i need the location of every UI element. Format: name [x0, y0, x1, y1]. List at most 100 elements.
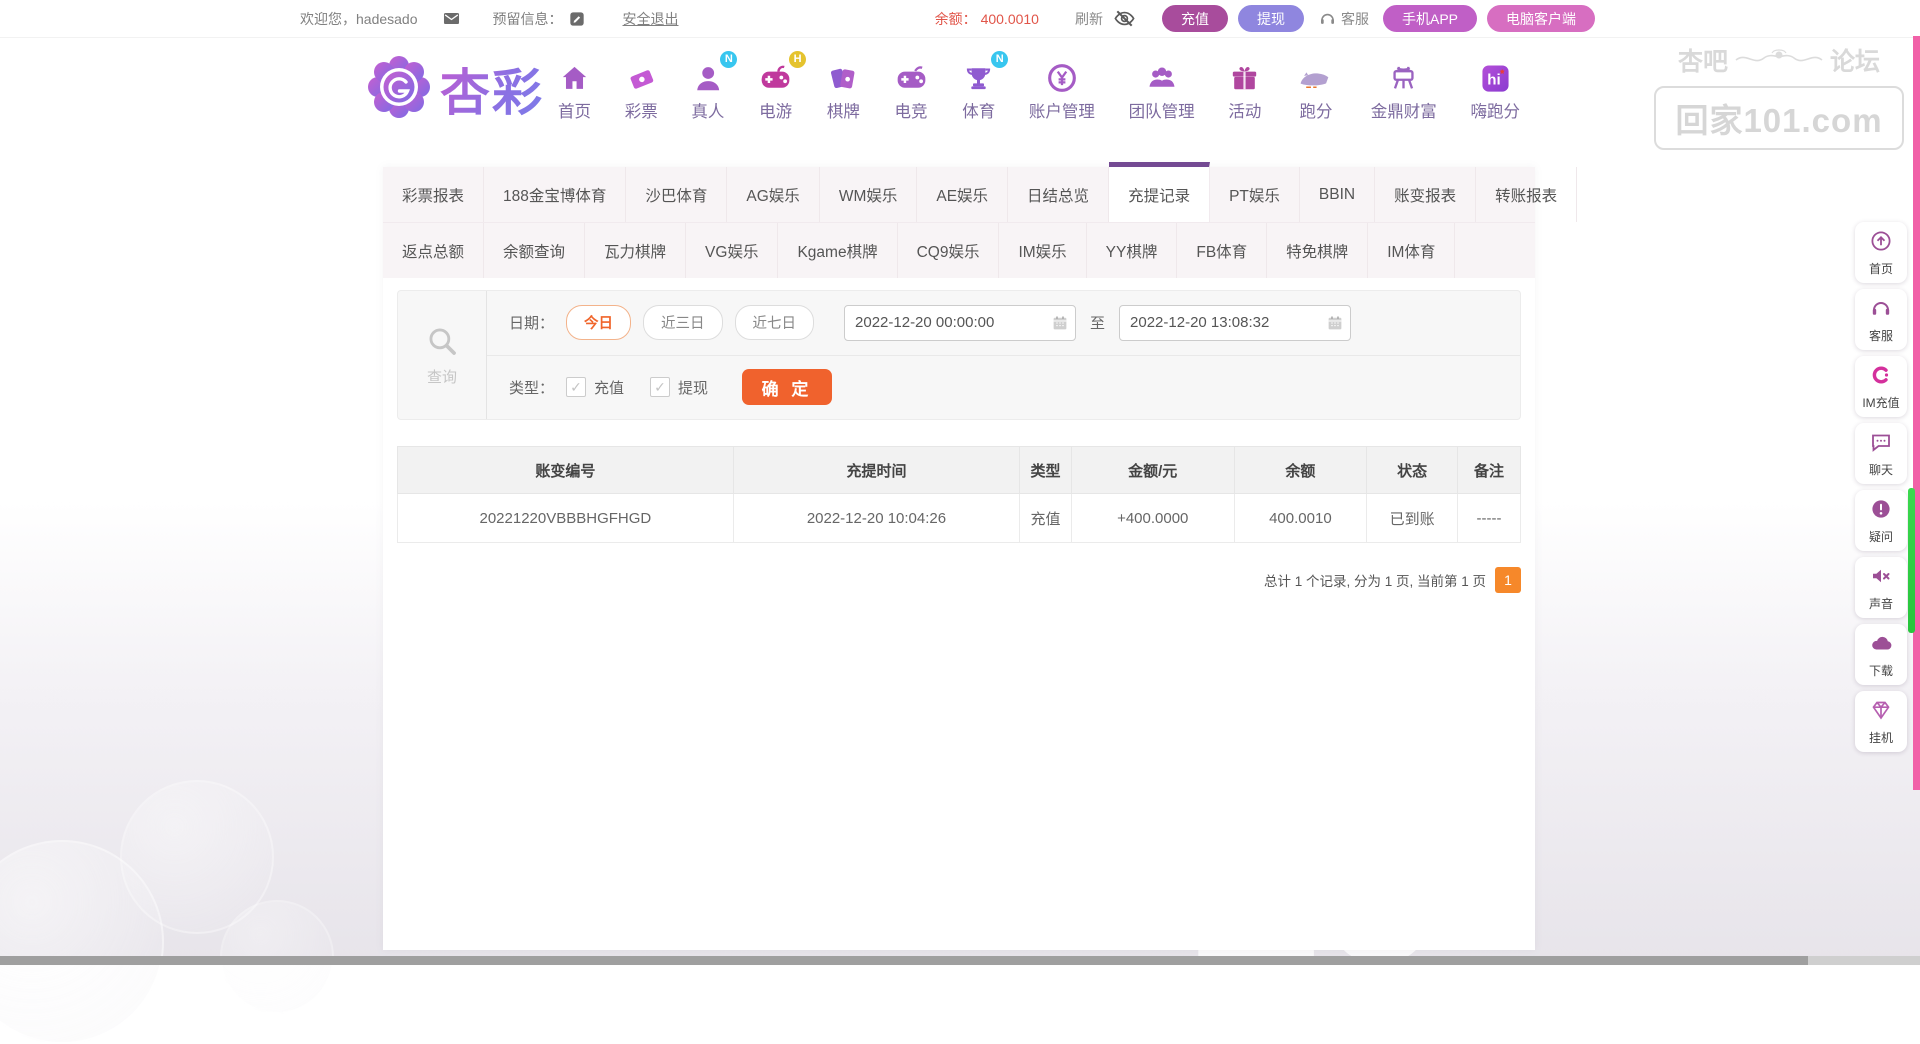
records-table: 账变编号 充提时间 类型 金额/元 余额 状态 备注 20221220VBBBH… [397, 446, 1521, 543]
live-person-icon: N [691, 57, 724, 95]
cell-status: 已到账 [1367, 494, 1458, 543]
vertical-scrollbar-track[interactable] [1913, 36, 1920, 790]
tab-rijie-zonglan[interactable]: 日结总览 [1008, 167, 1109, 222]
tab-im-tiyu[interactable]: IM体育 [1368, 223, 1455, 278]
cell-remark: ----- [1458, 494, 1521, 543]
tab-row-2: 返点总额 余额查询 瓦力棋牌 VG娱乐 Kgame棋牌 CQ9娱乐 IM娱乐 Y… [383, 223, 1535, 278]
type-filter-row: 类型： ✓ 充值 ✓ 提现 确 定 [487, 356, 1520, 420]
range-today-button[interactable]: 今日 [566, 305, 631, 340]
refresh-link[interactable]: 刷新 [1075, 9, 1103, 29]
tab-chongti-jilu-active[interactable]: 充提记录 [1109, 162, 1210, 222]
tab-shaba-tiyu[interactable]: 沙巴体育 [626, 167, 727, 222]
mail-icon[interactable] [442, 9, 461, 28]
rail-item-sound[interactable]: 声音 [1855, 557, 1907, 618]
range-7days-button[interactable]: 近七日 [735, 305, 815, 340]
tab-wali-qipai[interactable]: 瓦力棋牌 [585, 223, 686, 278]
rhino-logo-icon [1295, 57, 1337, 95]
checkbox-withdraw-label: 提现 [678, 377, 708, 398]
checkbox-recharge[interactable]: ✓ [566, 377, 586, 397]
filter-rows: 日期： 今日 近三日 近七日 至 类 [487, 291, 1520, 419]
tab-kgame-qipai[interactable]: Kgame棋牌 [778, 223, 897, 278]
calendar-icon[interactable] [1326, 314, 1344, 332]
horizontal-scrollbar-thumb[interactable] [0, 956, 1808, 965]
nav-item-jinding[interactable]: 金鼎财富 [1371, 57, 1437, 122]
tab-fandian-zonge[interactable]: 返点总额 [383, 223, 484, 278]
tab-vg-yule[interactable]: VG娱乐 [686, 223, 778, 278]
balance-display: 余额：400.0010 [935, 9, 1039, 29]
nav-item-cards[interactable]: 棋牌 [827, 57, 860, 122]
logout-link[interactable]: 安全退出 [623, 9, 679, 29]
col-header-type: 类型 [1020, 447, 1072, 494]
table-row: 20221220VBBBHGFHGD 2022-12-20 10:04:26 充… [398, 494, 1521, 543]
filter-panel: 查询 日期： 今日 近三日 近七日 至 [397, 290, 1521, 420]
rail-item-home[interactable]: 首页 [1855, 222, 1907, 283]
checkbox-withdraw[interactable]: ✓ [650, 377, 670, 397]
nav-item-team[interactable]: 团队管理 [1129, 57, 1195, 122]
tab-zhuanzhang-baobiao[interactable]: 转账报表 [1476, 167, 1577, 222]
type-label: 类型： [509, 377, 554, 398]
rail-item-im-recharge[interactable]: IM充值 [1855, 356, 1907, 417]
mobile-app-button[interactable]: 手机APP [1383, 5, 1477, 32]
date-to-input[interactable] [1119, 305, 1351, 341]
nav-item-sports[interactable]: N 体育 [962, 57, 995, 122]
new-badge: N [991, 51, 1008, 68]
tab-fb-tiyu[interactable]: FB体育 [1177, 223, 1267, 278]
tab-bbin[interactable]: BBIN [1300, 167, 1375, 222]
query-block: 查询 [398, 291, 487, 419]
checkbox-recharge-label: 充值 [594, 377, 624, 398]
nav-item-home[interactable]: 首页 [558, 57, 591, 122]
rail-item-download[interactable]: 下载 [1855, 624, 1907, 685]
page-1-button[interactable]: 1 [1495, 567, 1521, 593]
nav-item-esports[interactable]: 电竞 [894, 57, 929, 122]
col-header-remark: 备注 [1458, 447, 1521, 494]
nav-item-promo[interactable]: 活动 [1228, 57, 1261, 122]
eye-off-icon[interactable] [1113, 7, 1136, 30]
edit-pencil-icon[interactable] [569, 11, 585, 27]
date-from-wrap [844, 305, 1076, 341]
ding-cauldron-icon [1387, 57, 1420, 95]
tab-caipiao-baobiao[interactable]: 彩票报表 [383, 167, 484, 222]
rail-item-service[interactable]: 客服 [1855, 289, 1907, 350]
topbar-left: 欢迎您，hadesado 预留信息： 安全退出 [300, 9, 679, 29]
check-mark-icon: ✓ [654, 380, 666, 394]
nav-item-hipaofen[interactable]: hi 嗨跑分 [1470, 57, 1520, 122]
vertical-scrollbar-thumb[interactable] [1908, 488, 1915, 633]
brand-logo[interactable]: 杏彩 [366, 53, 544, 125]
date-from-input[interactable] [844, 305, 1076, 341]
withdraw-button[interactable]: 提现 [1238, 5, 1304, 32]
date-filter-row: 日期： 今日 近三日 近七日 至 [487, 291, 1520, 356]
tab-yy-qipai[interactable]: YY棋牌 [1087, 223, 1178, 278]
customer-service-link[interactable]: 客服 [1318, 9, 1369, 29]
recharge-button[interactable]: 充值 [1162, 5, 1228, 32]
tab-pt-yule[interactable]: PT娱乐 [1210, 167, 1300, 222]
tab-188-jinbaobo[interactable]: 188金宝博体育 [484, 167, 626, 222]
playing-cards-icon [827, 57, 860, 95]
tab-yue-chaxun[interactable]: 余额查询 [484, 223, 585, 278]
cell-time: 2022-12-20 10:04:26 [733, 494, 1019, 543]
nav-item-account[interactable]: 账户管理 [1029, 57, 1095, 122]
team-people-icon [1145, 57, 1179, 95]
cell-type: 充值 [1020, 494, 1072, 543]
rail-item-hangup[interactable]: 挂机 [1855, 691, 1907, 752]
rail-item-chat[interactable]: 聊天 [1855, 423, 1907, 484]
tab-ae-yule[interactable]: AE娱乐 [917, 167, 1008, 222]
nav-item-live[interactable]: N 真人 [691, 57, 724, 122]
calendar-icon[interactable] [1051, 314, 1069, 332]
gift-icon [1228, 57, 1261, 95]
nav-item-lottery[interactable]: 彩票 [625, 57, 658, 122]
tab-temian-qipai[interactable]: 特免棋牌 [1267, 223, 1368, 278]
nav-item-paofen[interactable]: 跑分 [1295, 57, 1337, 122]
pc-client-button[interactable]: 电脑客户端 [1487, 5, 1595, 32]
rail-item-question[interactable]: 疑问 [1855, 490, 1907, 551]
range-3days-button[interactable]: 近三日 [643, 305, 723, 340]
confirm-button[interactable]: 确 定 [742, 369, 832, 405]
nav-item-slots[interactable]: H 电游 [758, 57, 793, 122]
floating-side-rail: 首页 客服 IM充值 聊天 疑问 声音 下载 [1855, 222, 1907, 752]
cloud-download-icon [1869, 631, 1893, 660]
tab-ag-yule[interactable]: AG娱乐 [727, 167, 819, 222]
tab-wm-yule[interactable]: WM娱乐 [820, 167, 918, 222]
tab-cq9-yule[interactable]: CQ9娱乐 [898, 223, 1000, 278]
gem-icon [1869, 698, 1893, 727]
tab-im-yule[interactable]: IM娱乐 [999, 223, 1086, 278]
tab-zhangbian-baobiao[interactable]: 账变报表 [1375, 167, 1476, 222]
